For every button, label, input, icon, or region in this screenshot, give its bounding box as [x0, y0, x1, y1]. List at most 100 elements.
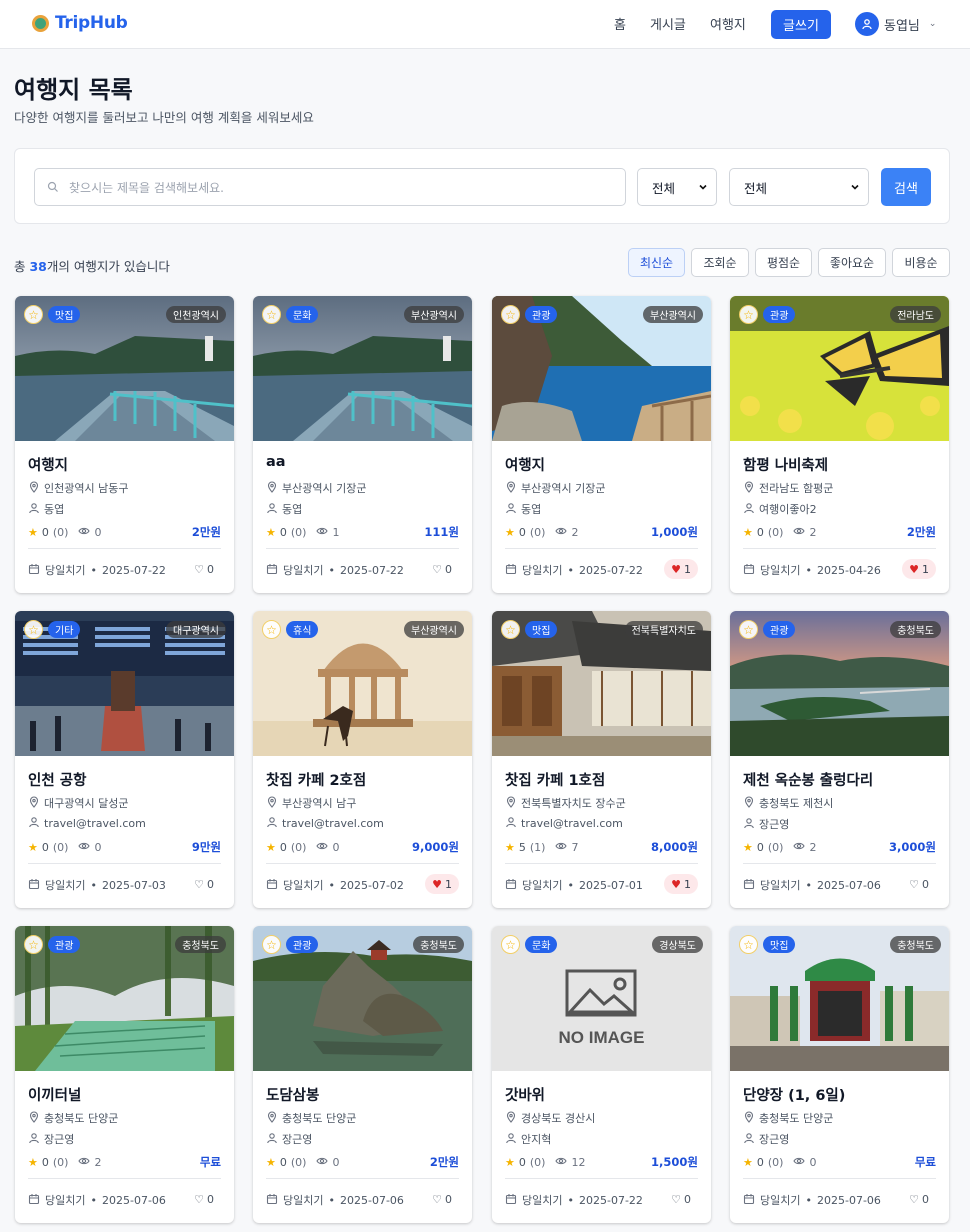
like-button[interactable]: ♡ 0 — [187, 874, 221, 894]
category-select[interactable]: 전체 — [637, 168, 717, 206]
like-button[interactable]: ♥ 1 — [902, 559, 936, 579]
card-title[interactable]: aa — [266, 454, 286, 470]
sort-rating[interactable]: 평점순 — [755, 248, 812, 277]
nav-destinations[interactable]: 여행지 — [710, 14, 746, 33]
card-thumbnail[interactable]: ☆ 관광 충청북도 — [253, 926, 472, 1071]
card-thumbnail[interactable]: ☆ 관광 충청북도 — [15, 926, 234, 1071]
region-badge: 부산광역시 — [404, 306, 464, 323]
like-button[interactable]: ♡ 0 — [425, 1189, 459, 1209]
calendar-icon — [266, 563, 278, 578]
favorite-star-icon[interactable]: ☆ — [501, 935, 520, 954]
card-thumbnail[interactable]: ☆ 관광 충청북도 — [730, 611, 949, 756]
location-text: 경상북도 경산시 — [521, 1112, 596, 1125]
destination-card[interactable]: ☆ 기타 대구광역시 인천 공항 대구광역시 달성군 travel@travel… — [15, 611, 234, 908]
calendar-icon — [743, 1193, 755, 1208]
sort-views[interactable]: 조회순 — [691, 248, 749, 277]
like-count: 1 — [684, 877, 691, 891]
like-button[interactable]: ♡ 0 — [664, 1189, 698, 1209]
card-thumbnail[interactable]: ☆ 기타 대구광역시 — [15, 611, 234, 756]
search-input[interactable]: 찾으시는 제목을 검색해보세요. — [34, 168, 626, 206]
card-title[interactable]: 찻집 카페 1호점 — [505, 769, 605, 790]
user-name: 동엽님 — [884, 18, 920, 34]
favorite-star-icon[interactable]: ☆ — [262, 305, 281, 324]
destination-card[interactable]: ☆ 관광 부산광역시 여행지 부산광역시 기장군 동엽 ★ 0 (0) 2 1,… — [492, 296, 711, 593]
card-location: 인천광역시 남동구 — [28, 480, 128, 496]
destination-card[interactable]: NO IMAGE ☆ 문화 경상북도 갓바위 경상북도 경산시 안지혁 ★ 0 … — [492, 926, 711, 1223]
destination-card[interactable]: ☆ 관광 충청북도 이끼터널 충청북도 단양군 장근영 ★ 0 (0) 2 무료… — [15, 926, 234, 1223]
card-title[interactable]: 제천 옥순봉 출렁다리 — [743, 769, 873, 790]
like-button[interactable]: ♥ 1 — [425, 874, 459, 894]
card-title[interactable]: 찻집 카페 2호점 — [266, 769, 366, 790]
destination-card[interactable]: ☆ 맛집 충청북도 단양장 (1, 6일) 충청북도 단양군 장근영 ★ 0 (… — [730, 926, 949, 1223]
favorite-star-icon[interactable]: ☆ — [739, 305, 758, 324]
card-thumbnail[interactable]: ☆ 문화 부산광역시 — [253, 296, 472, 441]
destination-card[interactable]: ☆ 휴식 부산광역시 찻집 카페 2호점 부산광역시 남구 travel@tra… — [253, 611, 472, 908]
category-badge: 맛집 — [525, 621, 558, 638]
destination-card[interactable]: ☆ 관광 전라남도 함평 나비축제 전라남도 함평군 여행이좋아2 ★ 0 (0… — [730, 296, 949, 593]
card-author: 장근영 — [266, 1131, 312, 1147]
card-thumbnail[interactable]: ☆ 맛집 충청북도 — [730, 926, 949, 1071]
like-button[interactable]: ♥ 1 — [664, 559, 698, 579]
favorite-star-icon[interactable]: ☆ — [501, 305, 520, 324]
destination-card[interactable]: ☆ 맛집 인천광역시 여행지 인천광역시 남동구 동엽 ★ 0 (0) 0 2만… — [15, 296, 234, 593]
brand-logo[interactable]: TripHub — [32, 13, 128, 33]
favorite-star-icon[interactable]: ☆ — [24, 620, 43, 639]
like-button[interactable]: ♡ 0 — [187, 559, 221, 579]
card-stats: ★ 0 (0) 1 — [266, 525, 339, 540]
user-icon — [28, 1132, 40, 1147]
like-button[interactable]: ♡ 0 — [902, 874, 936, 894]
duration-label: 당일치기 — [283, 1194, 324, 1207]
card-title[interactable]: 여행지 — [505, 454, 545, 475]
card-thumbnail[interactable]: ☆ 맛집 인천광역시 — [15, 296, 234, 441]
region-select[interactable]: 전체 — [729, 168, 869, 206]
favorite-star-icon[interactable]: ☆ — [262, 935, 281, 954]
location-pin-icon — [28, 1110, 40, 1126]
star-icon: ★ — [743, 526, 753, 539]
card-thumbnail[interactable]: ☆ 맛집 전북특별자치도 — [492, 611, 711, 756]
card-thumbnail[interactable]: ☆ 관광 전라남도 — [730, 296, 949, 441]
card-footer: 당일치기 • 2025-07-03 — [28, 877, 166, 893]
rating-value: 0 — [41, 841, 49, 854]
card-title[interactable]: 함평 나비축제 — [743, 454, 828, 475]
card-thumbnail[interactable]: NO IMAGE ☆ 문화 경상북도 — [492, 926, 711, 1071]
favorite-star-icon[interactable]: ☆ — [24, 935, 43, 954]
favorite-star-icon[interactable]: ☆ — [262, 620, 281, 639]
card-title[interactable]: 갓바위 — [505, 1084, 545, 1105]
user-menu[interactable]: 동엽님 ⌄ — [855, 12, 936, 36]
card-thumbnail[interactable]: ☆ 관광 부산광역시 — [492, 296, 711, 441]
destination-card[interactable]: ☆ 문화 부산광역시 aa 부산광역시 기장군 동엽 ★ 0 (0) 1 111… — [253, 296, 472, 593]
favorite-star-icon[interactable]: ☆ — [501, 620, 520, 639]
card-stats: ★ 0 (0) 12 — [505, 1155, 585, 1170]
review-count: (0) — [767, 1156, 784, 1169]
write-button[interactable]: 글쓰기 — [771, 10, 831, 39]
rating-value: 0 — [41, 1156, 49, 1169]
destination-card[interactable]: ☆ 관광 충청북도 제천 옥순봉 출렁다리 충청북도 제천시 장근영 ★ 0 (… — [730, 611, 949, 908]
like-button[interactable]: ♡ 0 — [425, 559, 459, 579]
like-button[interactable]: ♡ 0 — [902, 1189, 936, 1209]
location-pin-icon — [743, 1110, 755, 1126]
favorite-star-icon[interactable]: ☆ — [739, 620, 758, 639]
card-title[interactable]: 도담삼봉 — [266, 1084, 319, 1105]
category-badge: 맛집 — [763, 936, 796, 953]
like-button[interactable]: ♡ 0 — [187, 1189, 221, 1209]
destination-card[interactable]: ☆ 관광 충청북도 도담삼봉 충청북도 단양군 장근영 ★ 0 (0) 0 2만… — [253, 926, 472, 1223]
duration-label: 당일치기 — [760, 564, 801, 577]
sort-latest[interactable]: 최신순 — [628, 248, 685, 277]
card-title[interactable]: 이끼터널 — [28, 1084, 81, 1105]
card-title[interactable]: 여행지 — [28, 454, 68, 475]
favorite-star-icon[interactable]: ☆ — [24, 305, 43, 324]
like-button[interactable]: ♥ 1 — [664, 874, 698, 894]
card-title[interactable]: 단양장 (1, 6일) — [743, 1084, 845, 1105]
card-title[interactable]: 인천 공항 — [28, 769, 86, 790]
category-select-value: 전체 — [652, 180, 676, 196]
destination-card[interactable]: ☆ 맛집 전북특별자치도 찻집 카페 1호점 전북특별자치도 장수군 trave… — [492, 611, 711, 908]
nav-home[interactable]: 홈 — [614, 14, 626, 33]
sort-likes[interactable]: 좋아요순 — [818, 248, 886, 277]
nav-posts[interactable]: 게시글 — [650, 14, 686, 33]
card-author: travel@travel.com — [505, 816, 623, 831]
card-thumbnail[interactable]: ☆ 휴식 부산광역시 — [253, 611, 472, 756]
sort-cost[interactable]: 비용순 — [892, 248, 950, 277]
favorite-star-icon[interactable]: ☆ — [739, 935, 758, 954]
duration-label: 당일치기 — [760, 879, 801, 892]
search-button[interactable]: 검색 — [881, 168, 931, 206]
